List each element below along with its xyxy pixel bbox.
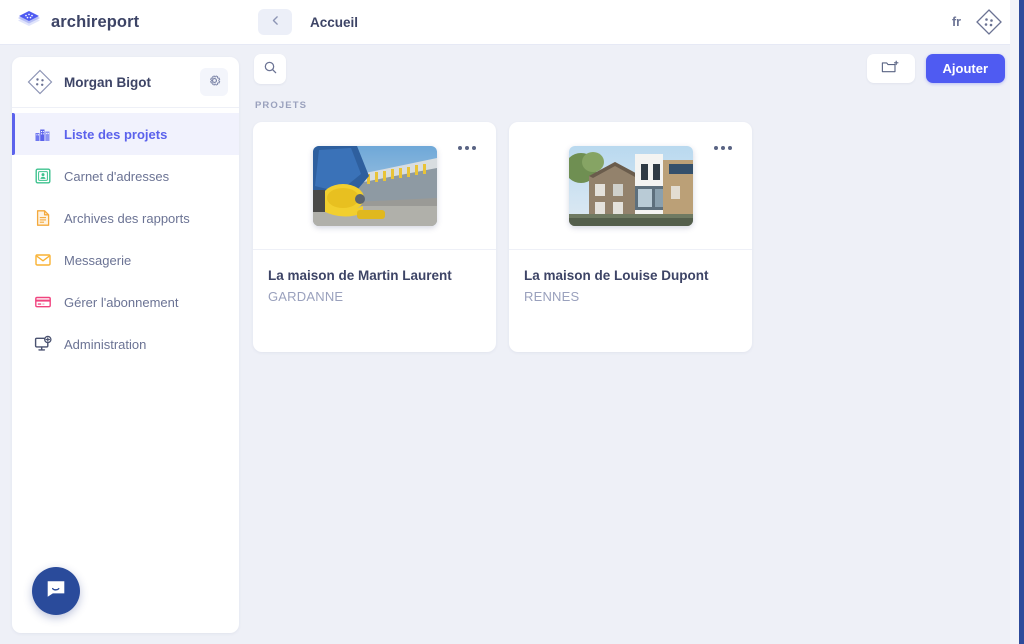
sidebar-user-row[interactable]: Morgan Bigot xyxy=(12,57,239,107)
project-card-body: La maison de Louise Dupont RENNES xyxy=(509,250,752,352)
back-button[interactable] xyxy=(258,9,292,35)
sidebar-user-name: Morgan Bigot xyxy=(64,74,151,90)
credit-card-icon xyxy=(34,293,52,311)
breadcrumb[interactable]: Accueil xyxy=(310,15,358,30)
sidebar-item-archives-des-rapports[interactable]: Archives des rapports xyxy=(12,197,239,239)
project-card[interactable]: La maison de Martin Laurent GARDANNE xyxy=(253,122,496,352)
dot xyxy=(714,146,718,150)
sidebar-item-label: Liste des projets xyxy=(64,126,168,142)
brand-name: archireport xyxy=(51,12,140,31)
project-card-thumb-area xyxy=(253,122,496,249)
right-edge-strip xyxy=(1019,0,1024,644)
app-root: archireport Accueil fr Morgan Bigot List… xyxy=(0,0,1024,644)
page-scrollbar[interactable] xyxy=(1010,0,1019,644)
projects-section-label: PROJETS xyxy=(255,100,308,111)
top-header: archireport Accueil fr xyxy=(0,0,1019,45)
sidebar-item-label: Messagerie xyxy=(64,252,132,268)
toolbar-right-group: Ajouter xyxy=(866,54,1005,83)
more-options-icon[interactable] xyxy=(710,142,736,154)
diamond-avatar-icon xyxy=(26,68,54,96)
project-city: RENNES xyxy=(524,289,580,304)
modern-house-photo xyxy=(568,145,693,226)
sidebar-item-messagerie[interactable]: Messagerie xyxy=(12,239,239,281)
construction-worker-photo xyxy=(312,145,437,226)
main-content: Ajouter PROJETS La maison de Martin Laur… xyxy=(248,45,1010,644)
project-city: GARDANNE xyxy=(268,289,344,304)
more-options-icon[interactable] xyxy=(454,142,480,154)
buildings-icon xyxy=(34,125,52,143)
project-card-thumb-area xyxy=(509,122,752,249)
sidebar-item-label: Archives des rapports xyxy=(64,210,190,226)
header-right-group: fr xyxy=(952,8,1019,36)
sidebar-item-administration[interactable]: Administration xyxy=(12,323,239,365)
contact-card-icon xyxy=(34,167,52,185)
dot xyxy=(472,146,476,150)
language-selector[interactable]: fr xyxy=(952,15,961,29)
project-title: La maison de Martin Laurent xyxy=(268,268,452,283)
settings-button[interactable] xyxy=(200,68,228,96)
project-title: La maison de Louise Dupont xyxy=(524,268,709,283)
sidebar-item-gerer-labonnement[interactable]: Gérer l'abonnement xyxy=(12,281,239,323)
sidebar-item-label: Administration xyxy=(64,336,147,352)
dot xyxy=(721,146,725,150)
dot xyxy=(465,146,469,150)
dot xyxy=(728,146,732,150)
search-button[interactable] xyxy=(254,53,286,84)
document-icon xyxy=(34,209,52,227)
projects-grid: La maison de Martin Laurent GARDANNE La … xyxy=(248,111,1010,352)
envelope-icon xyxy=(34,251,52,269)
project-card[interactable]: La maison de Louise Dupont RENNES xyxy=(509,122,752,352)
add-button[interactable]: Ajouter xyxy=(925,54,1005,83)
sidebar: Morgan Bigot Liste des projets Carnet d'… xyxy=(12,57,239,633)
project-card-body: La maison de Martin Laurent GARDANNE xyxy=(253,250,496,352)
sidebar-nav: Liste des projets Carnet d'adresses Arch… xyxy=(12,108,239,365)
sidebar-item-label: Gérer l'abonnement xyxy=(64,294,179,310)
chat-bubble-icon xyxy=(44,577,68,606)
monitor-add-icon xyxy=(34,335,52,353)
folder-plus-icon xyxy=(881,59,900,78)
toolbar: Ajouter xyxy=(248,45,1010,92)
diamond-stack-logo-icon xyxy=(16,9,42,35)
new-folder-button[interactable] xyxy=(866,54,915,83)
user-avatar-top[interactable] xyxy=(975,8,1003,36)
search-icon xyxy=(263,60,278,78)
sidebar-item-carnet-dadresses[interactable]: Carnet d'adresses xyxy=(12,155,239,197)
dot xyxy=(458,146,462,150)
sidebar-item-liste-des-projets[interactable]: Liste des projets xyxy=(12,113,239,155)
chevron-left-icon xyxy=(269,14,282,30)
brand[interactable]: archireport xyxy=(0,9,240,35)
gear-icon xyxy=(207,73,222,91)
chat-launcher-button[interactable] xyxy=(32,567,80,615)
sidebar-item-label: Carnet d'adresses xyxy=(64,168,170,184)
